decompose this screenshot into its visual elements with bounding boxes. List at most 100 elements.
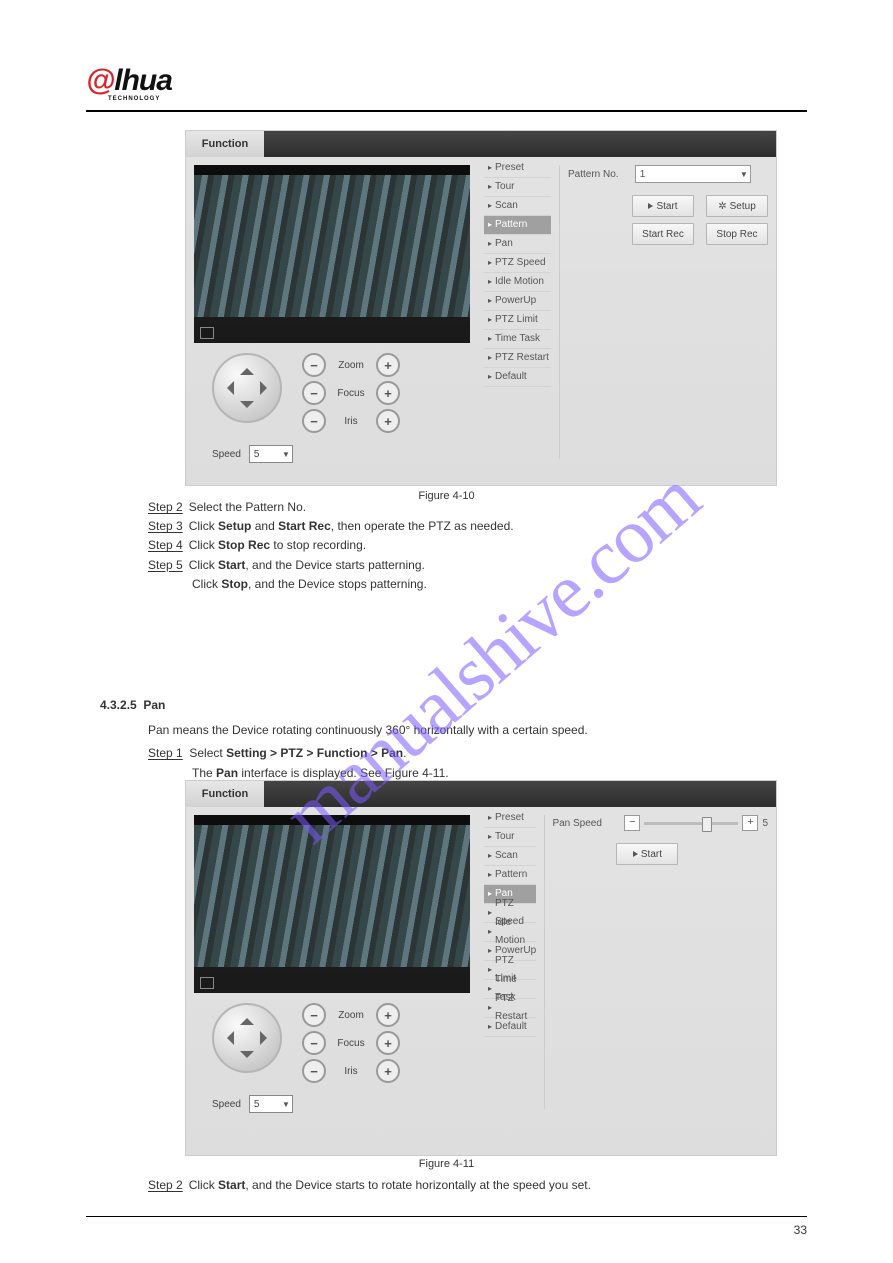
pad-left-icon[interactable] — [220, 1031, 234, 1045]
t: Click — [192, 577, 221, 591]
menu-item-scan[interactable]: ▸Scan — [484, 847, 536, 866]
logo-at: @ — [86, 64, 114, 97]
chevron-down-icon: ▼ — [282, 1100, 290, 1109]
menu-item-label: Scan — [495, 197, 518, 215]
t: Click — [189, 1178, 218, 1192]
chevron-right-icon: ▸ — [488, 923, 492, 941]
pattern-no-label: Pattern No. — [568, 169, 632, 180]
tab-function[interactable]: Function — [186, 131, 264, 157]
chevron-right-icon: ▸ — [488, 254, 492, 272]
menu-item-label: Pan — [495, 235, 513, 253]
tab-function[interactable]: Function — [186, 781, 264, 807]
play-icon — [633, 851, 638, 857]
focus-label: Focus — [334, 1038, 368, 1049]
menu-item-pattern[interactable]: ▸Pattern — [484, 866, 536, 885]
ptz-direction-pad[interactable] — [212, 1003, 282, 1073]
section-body: Pan means the Device rotating continuous… — [148, 721, 773, 740]
chevron-right-icon: ▸ — [488, 349, 492, 367]
vertical-divider — [559, 165, 560, 459]
menu-item-ptz-restart[interactable]: ▸PTZ Restart — [484, 349, 551, 368]
chevron-down-icon: ▼ — [740, 170, 748, 179]
section-pan: 4.3.2.5 Pan Pan means the Device rotatin… — [100, 696, 773, 783]
speed-select[interactable]: 5 ▼ — [249, 1095, 293, 1113]
menu-item-preset[interactable]: ▸Preset — [484, 159, 551, 178]
pad-down-icon[interactable] — [240, 401, 254, 415]
menu-item-scan[interactable]: ▸Scan — [484, 197, 551, 216]
minus-icon[interactable]: − — [624, 815, 640, 831]
zoom-in-button[interactable]: + — [376, 1003, 400, 1027]
focus-in-button[interactable]: + — [376, 381, 400, 405]
menu-item-pan[interactable]: ▸Pan — [484, 235, 551, 254]
focus-out-button[interactable]: − — [302, 381, 326, 405]
zoom-label: Zoom — [334, 1010, 368, 1021]
setup-button[interactable]: ✲ Setup — [706, 195, 768, 217]
focus-out-button[interactable]: − — [302, 1031, 326, 1055]
video-area: − Zoom + − Focus + − Iris + — [186, 157, 478, 467]
speed-select[interactable]: 5 ▼ — [249, 445, 293, 463]
t: and — [251, 519, 278, 533]
menu-item-label: Tour — [495, 828, 514, 846]
menu-item-tour[interactable]: ▸Tour — [484, 178, 551, 197]
zoom-in-button[interactable]: + — [376, 353, 400, 377]
stop-rec-button[interactable]: Stop Rec — [706, 223, 768, 245]
start-button[interactable]: Start — [632, 195, 694, 217]
slider-thumb[interactable] — [702, 817, 712, 832]
menu-item-pattern[interactable]: ▸Pattern — [484, 216, 551, 235]
t: Select — [189, 746, 226, 760]
menu-item-label: Pattern — [495, 866, 527, 884]
menu-item-ptz-restart[interactable]: ▸PTZ Restart — [484, 999, 536, 1018]
pad-right-icon[interactable] — [260, 381, 274, 395]
zoom-focus-iris: − Zoom + − Focus + − Iris + — [302, 1003, 400, 1087]
menu-item-time-task[interactable]: ▸Time Task — [484, 330, 551, 349]
pattern-no-select[interactable]: 1 ▼ — [635, 165, 751, 183]
gear-icon: ✲ — [718, 201, 726, 212]
slider-track[interactable] — [644, 822, 738, 825]
section-title: Pan — [143, 698, 165, 712]
t: , and the Device stops patterning. — [248, 577, 427, 591]
fullscreen-icon[interactable] — [200, 977, 214, 989]
iris-out-button[interactable]: − — [302, 409, 326, 433]
logo-name: lhua — [114, 64, 172, 97]
tab-bar: Function — [186, 131, 776, 157]
menu-item-tour[interactable]: ▸Tour — [484, 828, 536, 847]
chevron-right-icon: ▸ — [488, 1018, 492, 1036]
menu-item-idle-motion[interactable]: ▸Idle Motion — [484, 923, 536, 942]
iris-in-button[interactable]: + — [376, 409, 400, 433]
start-rec-button[interactable]: Start Rec — [632, 223, 694, 245]
t: The — [192, 766, 216, 780]
pan-speed-slider[interactable]: − + 5 — [624, 815, 768, 831]
menu-item-label: Default — [495, 1018, 527, 1036]
zoom-out-button[interactable]: − — [302, 353, 326, 377]
ptz-direction-pad[interactable] — [212, 353, 282, 423]
chevron-right-icon: ▸ — [488, 961, 492, 979]
menu-item-ptz-limit[interactable]: ▸PTZ Limit — [484, 311, 551, 330]
menu-item-idle-motion[interactable]: ▸Idle Motion — [484, 273, 551, 292]
pad-left-icon[interactable] — [220, 381, 234, 395]
zoom-out-button[interactable]: − — [302, 1003, 326, 1027]
pattern-no-value: 1 — [640, 169, 646, 180]
chevron-right-icon: ▸ — [488, 178, 492, 196]
chevron-right-icon: ▸ — [488, 292, 492, 310]
focus-in-button[interactable]: + — [376, 1031, 400, 1055]
chevron-right-icon: ▸ — [488, 999, 492, 1017]
menu-item-preset[interactable]: ▸Preset — [484, 809, 536, 828]
tab-bar: Function — [186, 781, 776, 807]
t: , and the Device starts to rotate horizo… — [245, 1178, 591, 1192]
menu-item-powerup[interactable]: ▸PowerUp — [484, 292, 551, 311]
pad-down-icon[interactable] — [240, 1051, 254, 1065]
step2-body: Select the Pattern No. — [189, 500, 306, 514]
plus-icon[interactable]: + — [742, 815, 758, 831]
pad-up-icon[interactable] — [240, 361, 254, 375]
iris-out-button[interactable]: − — [302, 1059, 326, 1083]
pan-start-button[interactable]: Start — [616, 843, 678, 865]
iris-label: Iris — [334, 1066, 368, 1077]
iris-in-button[interactable]: + — [376, 1059, 400, 1083]
pan-pane: Pan Speed − + 5 Start — [552, 807, 776, 1117]
pad-up-icon[interactable] — [240, 1011, 254, 1025]
menu-item-default[interactable]: ▸Default — [484, 368, 551, 387]
menu-item-ptz-speed[interactable]: ▸PTZ Speed — [484, 254, 551, 273]
fullscreen-icon[interactable] — [200, 327, 214, 339]
pad-right-icon[interactable] — [260, 1031, 274, 1045]
figure-pattern: Function − Zoom + — [185, 130, 777, 486]
menu-item-label: PTZ Speed — [495, 254, 546, 272]
